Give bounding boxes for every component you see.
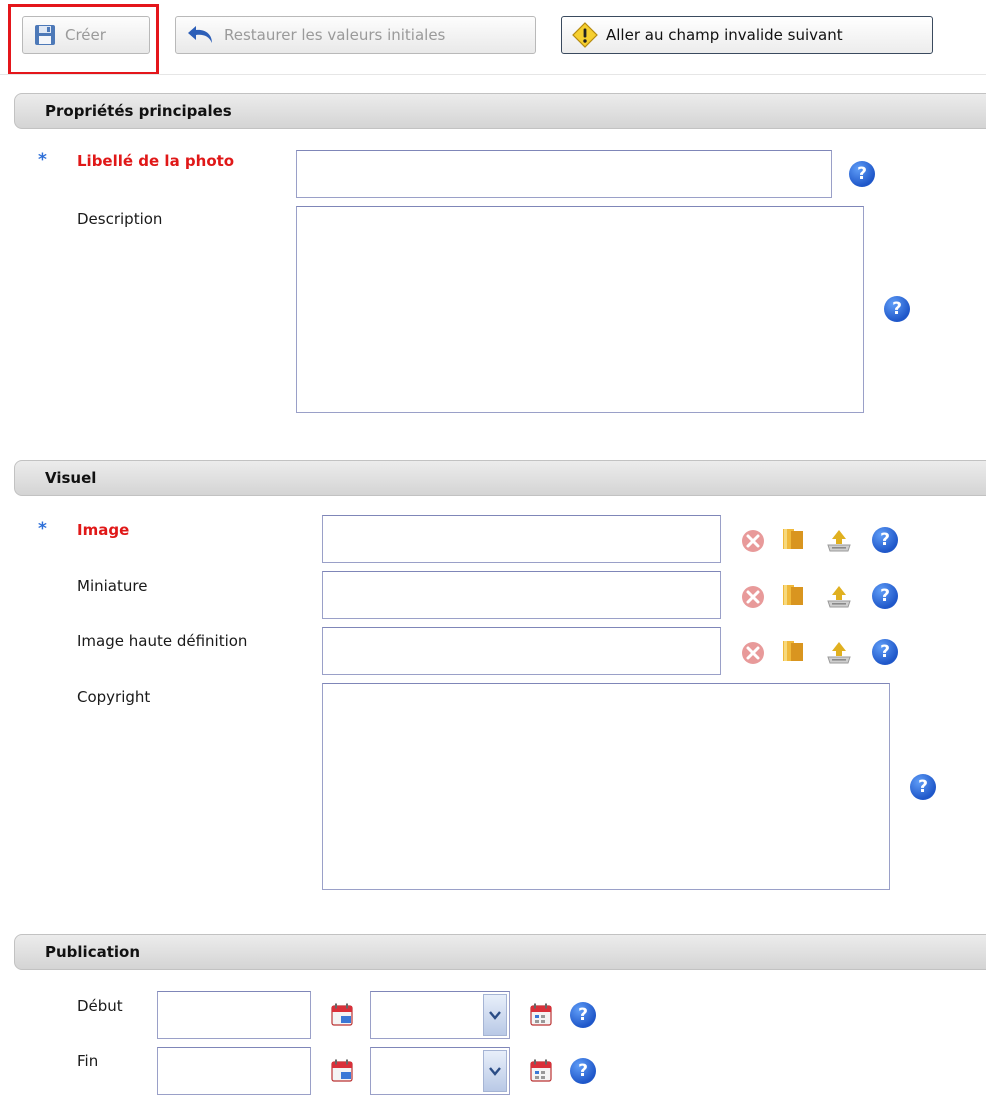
select-dropdown-button[interactable] [483, 994, 507, 1036]
section-title: Visuel [45, 469, 97, 487]
hd-image-label: Image haute définition [77, 632, 248, 650]
help-icon[interactable]: ? [570, 1058, 596, 1084]
start-time-select[interactable] [370, 991, 510, 1039]
clear-icon[interactable] [740, 584, 766, 610]
thumbnail-input[interactable] [322, 571, 721, 619]
section-header-publication[interactable]: Publication [14, 934, 986, 970]
end-time-select[interactable] [370, 1047, 510, 1095]
upload-icon[interactable] [826, 639, 852, 665]
clear-icon[interactable] [740, 528, 766, 554]
help-icon[interactable]: ? [849, 161, 875, 187]
photo-label-label: Libellé de la photo [77, 152, 235, 170]
end-date-input[interactable] [157, 1047, 311, 1095]
section-header-main-properties[interactable]: Propriétés principales [14, 93, 986, 129]
help-icon[interactable]: ? [872, 527, 898, 553]
copyright-label: Copyright [77, 688, 151, 706]
section-title: Propriétés principales [45, 102, 232, 120]
hd-image-input[interactable] [322, 627, 721, 675]
copyright-textarea[interactable] [322, 683, 890, 890]
warning-diamond-icon [572, 22, 598, 48]
help-icon[interactable]: ? [872, 639, 898, 665]
toolbar-divider [0, 74, 986, 75]
clear-icon[interactable] [740, 640, 766, 666]
required-marker: * [38, 519, 47, 539]
next-invalid-label: Aller au champ invalide suivant [606, 26, 843, 44]
chevron-down-icon [489, 1067, 501, 1076]
help-icon[interactable]: ? [884, 296, 910, 322]
photo-label-input[interactable] [296, 150, 832, 198]
section-header-visual[interactable]: Visuel [14, 460, 986, 496]
folder-browse-icon[interactable] [780, 526, 806, 552]
start-date-input[interactable] [157, 991, 311, 1039]
upload-icon[interactable] [826, 527, 852, 553]
description-label: Description [77, 210, 163, 228]
description-textarea[interactable] [296, 206, 864, 413]
next-invalid-field-button[interactable]: Aller au champ invalide suivant [561, 16, 933, 54]
help-icon[interactable]: ? [570, 1002, 596, 1028]
image-input[interactable] [322, 515, 721, 563]
calendar-picker-icon[interactable] [329, 1058, 355, 1084]
calendar-picker-icon[interactable] [329, 1002, 355, 1028]
folder-browse-icon[interactable] [780, 638, 806, 664]
highlight-box [8, 4, 159, 75]
thumbnail-label: Miniature [77, 577, 148, 595]
section-title: Publication [45, 943, 141, 961]
image-label: Image [77, 521, 130, 539]
required-marker: * [38, 150, 47, 170]
calendar-icon[interactable] [528, 1002, 554, 1028]
help-icon[interactable]: ? [910, 774, 936, 800]
restore-initial-values-button[interactable]: Restaurer les valeurs initiales [175, 16, 536, 54]
chevron-down-icon [489, 1011, 501, 1020]
end-date-label: Fin [77, 1052, 99, 1070]
help-icon[interactable]: ? [872, 583, 898, 609]
upload-icon[interactable] [826, 583, 852, 609]
start-date-label: Début [77, 997, 123, 1015]
restore-button-label: Restaurer les valeurs initiales [224, 26, 446, 44]
calendar-icon[interactable] [528, 1058, 554, 1084]
select-dropdown-button[interactable] [483, 1050, 507, 1092]
folder-browse-icon[interactable] [780, 582, 806, 608]
undo-arrow-icon [188, 26, 212, 43]
